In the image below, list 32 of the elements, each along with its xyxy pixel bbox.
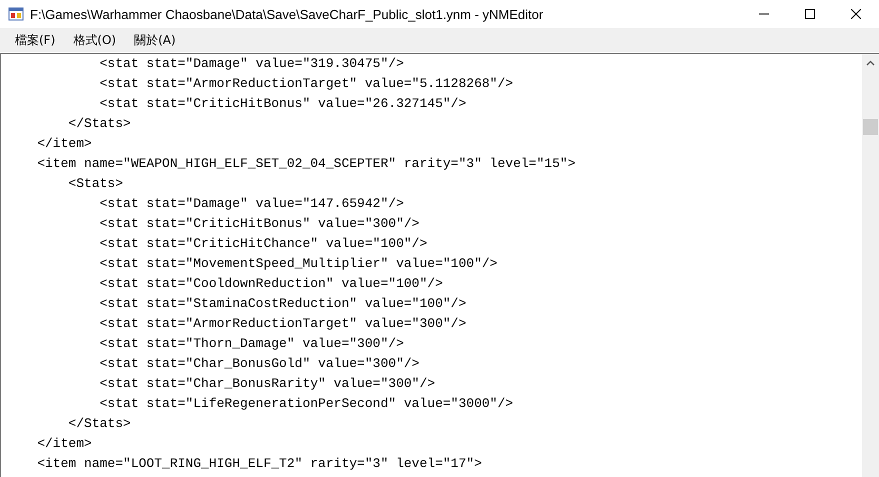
- scroll-up-icon[interactable]: [866, 60, 875, 66]
- code-line: <item name="WEAPON_HIGH_ELF_SET_02_04_SCEPTER" rarity="3" level="15">: [36, 155, 576, 173]
- menu-item[interactable]: 關於(A): [125, 28, 185, 52]
- maximize-icon: [805, 9, 815, 19]
- code-line: </Stats>: [67, 415, 132, 433]
- code-line: <stat stat="MovementSpeed_Multiplier" value="100"/>: [98, 255, 498, 273]
- app-icon: [8, 6, 24, 22]
- text-editor[interactable]: [0, 53, 879, 477]
- code-line: </Stats>: [67, 115, 132, 133]
- code-line: <stat stat="ArmorReductionTarget" value="5.1128268"/>: [98, 75, 514, 93]
- close-icon: [851, 9, 861, 19]
- code-line: <stat stat="CooldownReduction" value="100"/>: [98, 275, 444, 293]
- code-line: <stat stat="CriticHitChance" value="100"/>: [98, 235, 428, 253]
- scrollbar-thumb[interactable]: [863, 119, 878, 135]
- code-line: <stat stat="Char_BonusRarity" value="300"/>: [98, 375, 436, 393]
- menu-item[interactable]: 檔案(F): [6, 28, 64, 52]
- code-line: <stat stat="Thorn_Damage" value="300"/>: [98, 335, 405, 353]
- window-title: F:\Games\Warhammer Chaosbane\Data\Save\SaveCharF_Public_slot1.ynm - yNMEditor: [30, 6, 544, 22]
- scrollbar[interactable]: [862, 54, 879, 477]
- menu-item[interactable]: 格式(O): [64, 28, 126, 52]
- code-line: <stat stat="CriticHitBonus" value="26.327145"/>: [98, 95, 468, 113]
- code-line: <stat stat="LifeRegenerationPerSecond" value="3000"/>: [98, 395, 514, 413]
- code-line: <Stats>: [67, 175, 124, 193]
- code-line: <stat stat="CriticHitBonus" value="300"/>: [98, 215, 420, 233]
- code-line: <item name="LOOT_RING_HIGH_ELF_T2" rarity="3" level="17">: [36, 455, 483, 473]
- code-line: <stat stat="Char_BonusGold" value="300"/>: [98, 355, 420, 373]
- code-line: </item>: [36, 135, 93, 153]
- code-line: <stat stat="Damage" value="147.65942"/>: [98, 195, 405, 213]
- code-line: <stat stat="StaminaCostReduction" value="100"/>: [98, 295, 468, 313]
- code-line: <stat stat="Damage" value="319.30475"/>: [98, 55, 405, 73]
- code-line: </item>: [36, 435, 93, 453]
- code-line: <stat stat="ArmorReductionTarget" value="300"/>: [98, 315, 468, 333]
